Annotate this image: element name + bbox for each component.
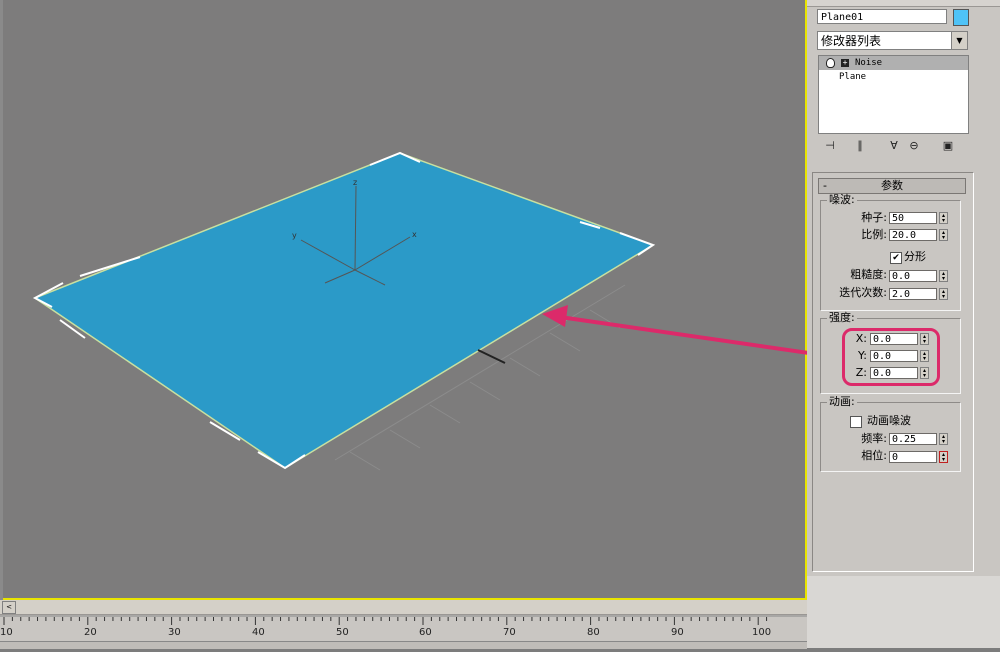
scale-label: 比例: <box>861 228 887 241</box>
stack-item-label: Noise <box>855 58 883 68</box>
roughness-input[interactable]: 0.0 <box>889 270 937 282</box>
remove-modifier-icon[interactable]: ⊖ <box>905 137 923 155</box>
modifier-list-label: 修改器列表 <box>821 34 882 48</box>
parameters-rollout-header[interactable]: - 参数 <box>818 178 966 194</box>
phase-spinner[interactable]: ▴ ▾ <box>939 451 948 463</box>
iterations-input[interactable]: 2.0 <box>889 288 937 300</box>
tick-label: 10 <box>0 627 13 638</box>
animate-noise-label: 动画噪波 <box>867 414 911 427</box>
chevron-down-icon[interactable]: ▼ <box>951 32 967 49</box>
make-unique-icon[interactable]: ∀ <box>885 137 903 155</box>
seed-label: 种子: <box>861 211 887 224</box>
edge-mark <box>477 349 506 364</box>
time-slider[interactable]: < <box>0 600 807 615</box>
modifier-stack[interactable]: + Noise Plane <box>818 55 969 134</box>
tick-label: 30 <box>168 627 181 638</box>
strength-group-label: 强度: <box>827 311 857 324</box>
frequency-input[interactable]: 0.25 <box>889 433 937 445</box>
roughness-spinner[interactable]: ▴ ▾ <box>939 270 948 282</box>
show-end-result-icon[interactable]: ∥ <box>851 137 869 155</box>
tick-label: 40 <box>252 627 265 638</box>
roughness-label: 粗糙度: <box>850 268 887 281</box>
tick-label: 70 <box>503 627 516 638</box>
animation-group-label: 动画: <box>827 395 857 408</box>
seed-input[interactable]: 50 <box>889 212 937 224</box>
fractal-label: 分形 <box>904 250 926 263</box>
annotation-arrow <box>542 305 807 355</box>
axis-y-label: y <box>292 231 297 240</box>
tick-label: 90 <box>671 627 684 638</box>
viewport-scene: z y x <box>32 151 807 471</box>
object-name-field[interactable]: Plane01 <box>817 9 947 24</box>
tick-label: 60 <box>419 627 432 638</box>
modifier-list-dropdown[interactable]: 修改器列表 ▼ <box>817 31 968 50</box>
stack-item-noise[interactable]: + Noise <box>819 56 968 70</box>
tick-label: 80 <box>587 627 600 638</box>
stack-item-plane[interactable]: Plane <box>819 70 968 84</box>
iterations-spinner[interactable]: ▴ ▾ <box>939 288 948 300</box>
perspective-viewport[interactable]: z y x <box>0 0 807 600</box>
expand-icon[interactable]: + <box>841 59 849 67</box>
tick-label: 50 <box>336 627 349 638</box>
stack-item-label: Plane <box>839 72 867 82</box>
configure-sets-icon[interactable]: ▣ <box>939 137 957 155</box>
frequency-label: 频率: <box>861 432 887 445</box>
tick-label: 100 <box>752 627 772 638</box>
scale-input[interactable]: 20.0 <box>889 229 937 241</box>
modify-panel: Plane01 修改器列表 ▼ + Noise Plane ⊣ ∥ ∀ ⊖ ▣ … <box>807 0 1000 648</box>
tick-label: 20 <box>84 627 97 638</box>
annotation-highlight-box <box>842 328 940 386</box>
seed-spinner[interactable]: ▴ ▾ <box>939 212 948 224</box>
stack-toolbar: ⊣ ∥ ∀ ⊖ ▣ <box>821 137 971 155</box>
animate-noise-checkbox[interactable] <box>850 416 862 428</box>
axis-x-label: x <box>412 230 417 239</box>
object-color-swatch[interactable] <box>953 9 969 26</box>
fractal-checkbox[interactable]: ✔ <box>890 252 902 264</box>
phase-label: 相位: <box>861 449 887 462</box>
collapse-icon: - <box>823 179 827 192</box>
panel-lower-area <box>807 576 1000 648</box>
pin-stack-icon[interactable]: ⊣ <box>821 137 839 155</box>
rollout-title: 参数 <box>881 179 903 192</box>
frequency-spinner[interactable]: ▴ ▾ <box>939 433 948 445</box>
phase-input[interactable]: 0 <box>889 451 937 463</box>
panel-tabs[interactable] <box>807 0 1000 7</box>
lightbulb-icon[interactable] <box>826 58 835 68</box>
iterations-label: 迭代次数: <box>839 286 887 299</box>
axis-z-label: z <box>353 178 357 187</box>
scroll-left-icon[interactable]: < <box>2 601 16 614</box>
noise-group-label: 噪波: <box>827 193 857 206</box>
timeline: < 10 20 30 40 50 60 70 80 90 100 <box>0 600 807 649</box>
scale-spinner[interactable]: ▴ ▾ <box>939 229 948 241</box>
